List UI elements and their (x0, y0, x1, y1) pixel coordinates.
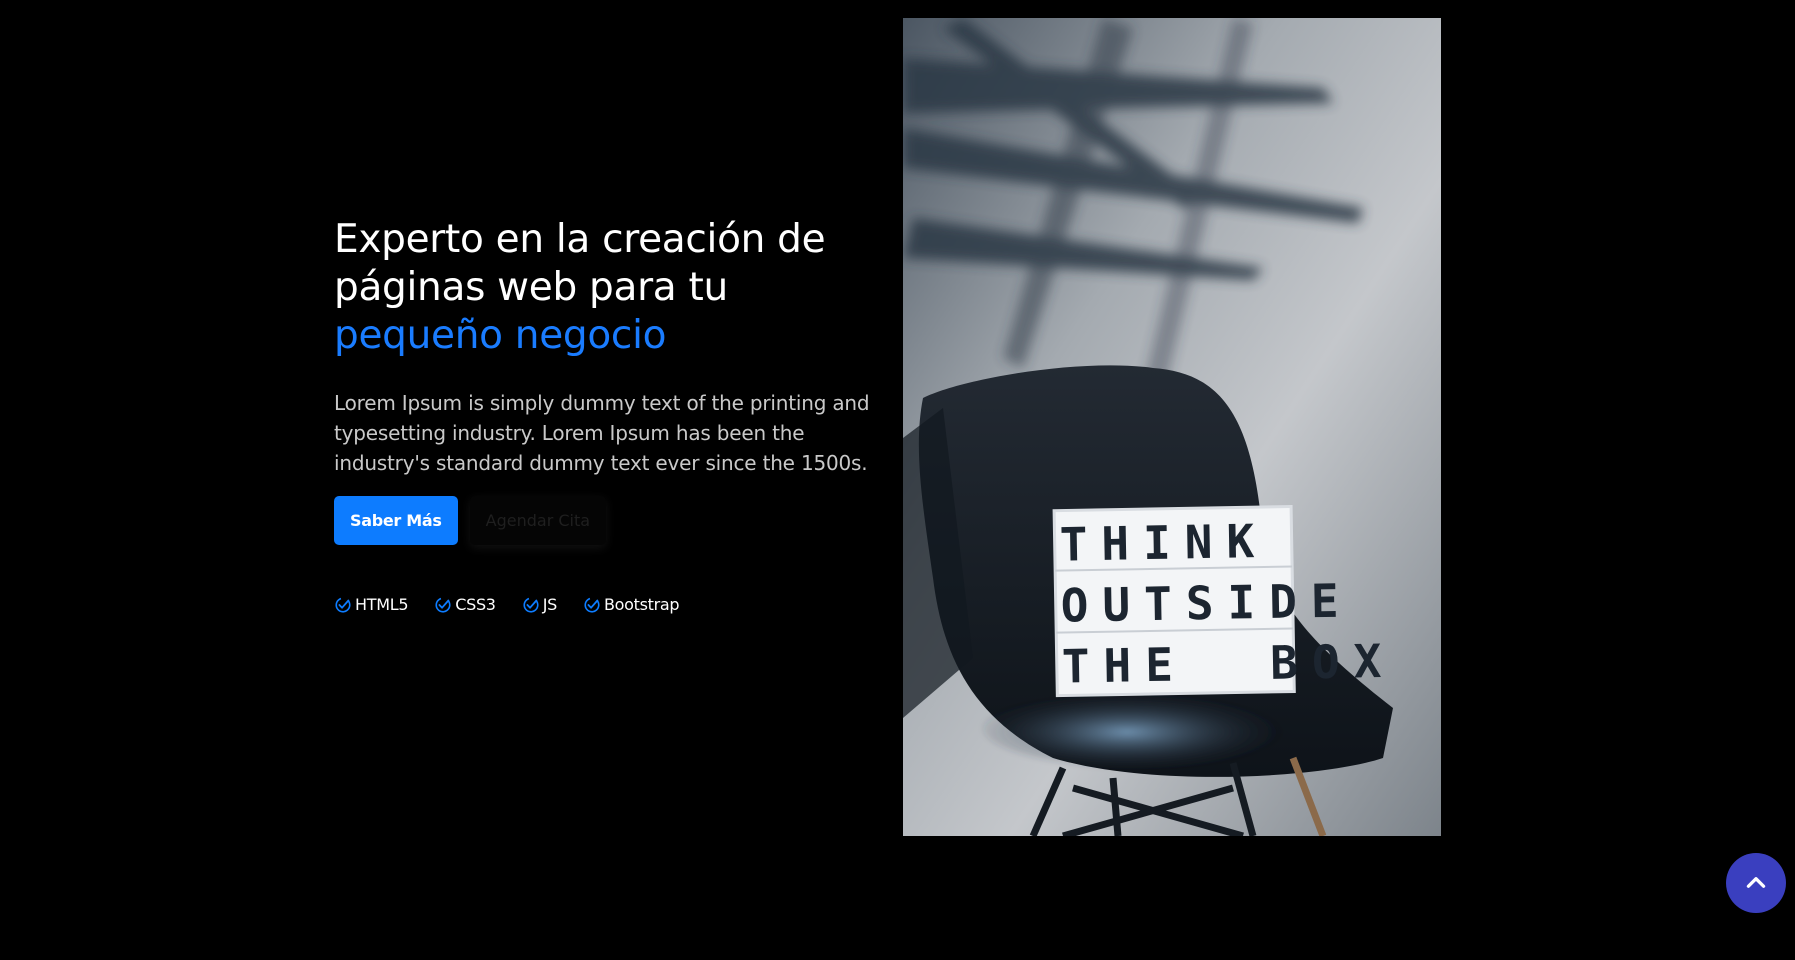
tech-label: JS (542, 595, 558, 614)
check-circle-icon (523, 596, 539, 613)
page: Experto en la creación de páginas web pa… (0, 0, 1795, 960)
tech-label: CSS3 (455, 595, 496, 614)
tech-item-html5: HTML5 (334, 595, 409, 614)
hero-text: Experto en la creación de páginas web pa… (334, 216, 874, 630)
saber-mas-button[interactable]: Saber Más (334, 496, 458, 545)
check-circle-icon (435, 596, 451, 613)
headline-line-2: páginas web para tu (334, 265, 728, 310)
headline-accent: pequeño negocio (334, 313, 667, 358)
tech-label: HTML5 (355, 595, 409, 614)
chevron-up-icon (1746, 877, 1766, 888)
chair-lightbox-photo: THINK OUTSIDE THE BOX (903, 18, 1441, 836)
tech-label: Bootstrap (603, 595, 680, 614)
check-circle-icon (584, 596, 600, 613)
lightbox-line-1: THINK (1059, 514, 1268, 572)
check-circle-icon (335, 596, 351, 613)
hero-headline: Experto en la creación de páginas web pa… (334, 216, 874, 360)
agendar-cita-button[interactable]: Agendar Cita (469, 496, 607, 545)
tech-item-css3: CSS3 (434, 595, 496, 614)
headline-line-1: Experto en la creación de (334, 217, 826, 262)
tech-list: HTML5 CSS3 JS Bootstrap (334, 595, 874, 614)
tech-item-bootstrap: Bootstrap (583, 595, 680, 614)
hero-photo: THINK OUTSIDE THE BOX (903, 18, 1441, 836)
scroll-to-top-button[interactable] (1726, 853, 1786, 913)
lightbox-line-2: OUTSIDE (1060, 573, 1353, 632)
tech-item-js: JS (522, 595, 557, 614)
hero-lead: Lorem Ipsum is simply dummy text of the … (334, 391, 870, 475)
hero-buttons: Saber Más Agendar Cita (334, 496, 874, 545)
lightbox-line-3: THE BOX (1061, 634, 1395, 694)
